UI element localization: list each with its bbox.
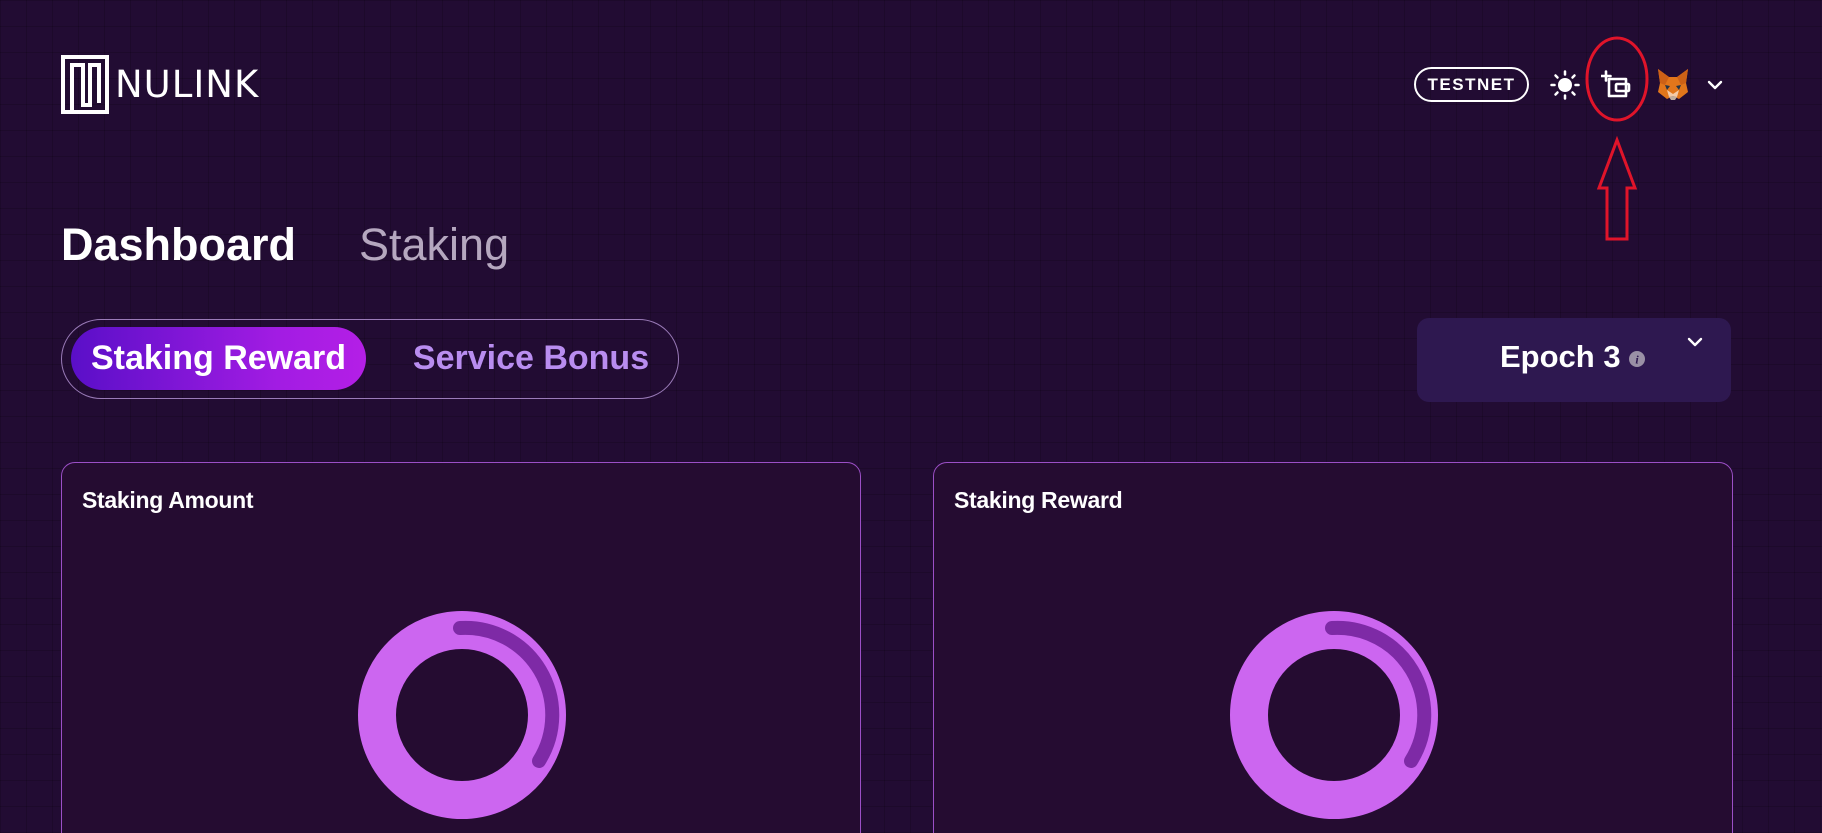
donut-chart	[358, 611, 566, 819]
epoch-label: Epoch 3	[1500, 339, 1621, 374]
staking-amount-card: Staking Amount	[61, 462, 861, 833]
card-title: Staking Reward	[954, 487, 1123, 513]
metamask-fox-icon[interactable]	[1655, 66, 1691, 102]
reward-toggle: Staking Reward Service Bonus	[61, 319, 679, 399]
red-annotation	[1585, 36, 1649, 241]
add-wallet-icon[interactable]	[1601, 70, 1631, 100]
staking-reward-segment[interactable]: Staking Reward	[71, 327, 366, 390]
nulink-logo[interactable]: NULINK	[61, 55, 259, 114]
chevron-down-icon	[1687, 337, 1703, 347]
chevron-down-icon[interactable]	[1706, 78, 1724, 92]
service-bonus-segment[interactable]: Service Bonus	[392, 327, 670, 390]
card-title: Staking Amount	[82, 487, 254, 513]
network-badge[interactable]: TESTNET	[1414, 67, 1529, 102]
donut-chart	[1230, 611, 1438, 819]
epoch-label-group: Epoch 3 i	[1500, 339, 1645, 375]
epoch-select[interactable]: Epoch 3 i	[1417, 318, 1731, 402]
logo-text: NULINK	[115, 63, 260, 106]
nulink-logo-mark-icon	[61, 55, 109, 114]
staking-reward-card: Staking Reward	[933, 462, 1733, 833]
sun-icon[interactable]	[1550, 70, 1580, 100]
tab-dashboard[interactable]: Dashboard	[61, 222, 296, 268]
info-icon[interactable]: i	[1628, 351, 1645, 367]
tab-staking[interactable]: Staking	[359, 222, 509, 268]
